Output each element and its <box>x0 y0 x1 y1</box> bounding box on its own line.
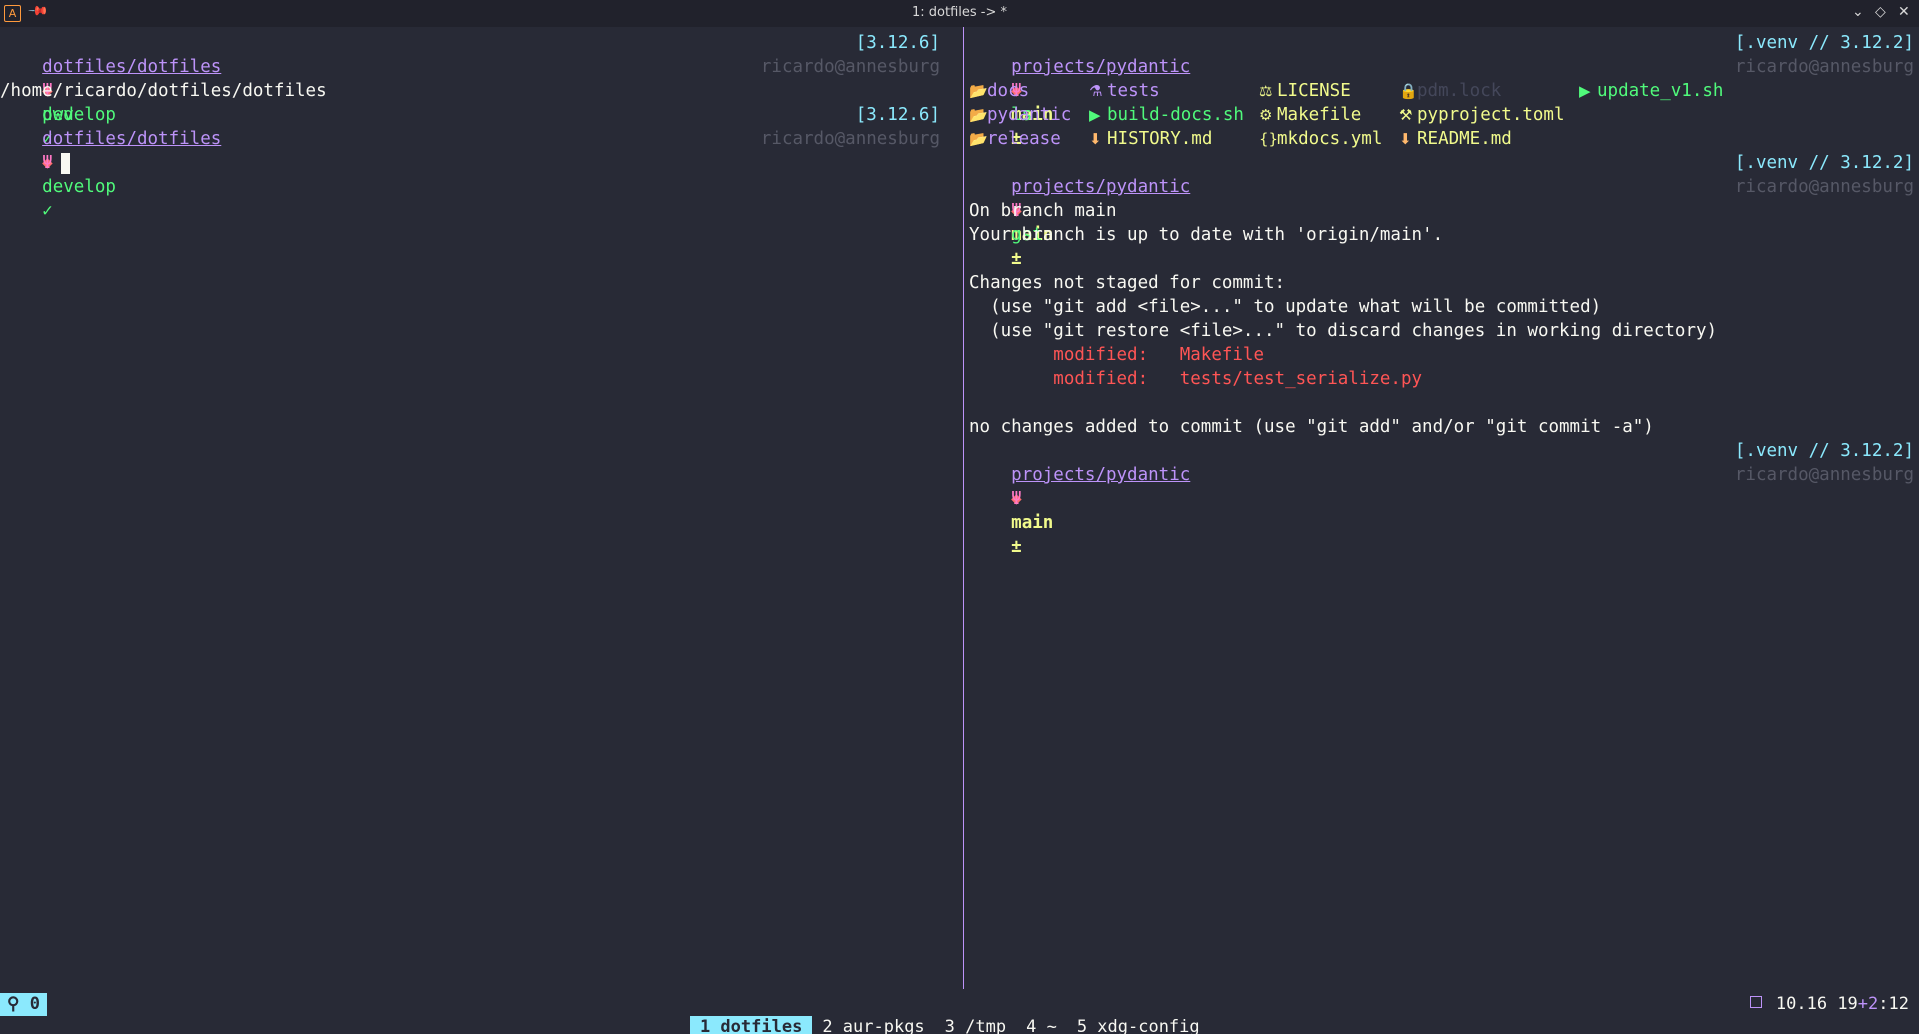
python-venv-version: [.venv // 3.12.2] <box>1734 153 1914 173</box>
load-average: 10.16 <box>1775 994 1828 1014</box>
ls-entry-mkdocs: {}mkdocs.yml <box>1259 129 1383 149</box>
user-host: ricardo@annesburg <box>1734 177 1914 197</box>
command-line[interactable]: Ψ ricardo@annesburg <box>969 463 1914 509</box>
license-icon: ⚖ <box>1259 82 1273 100</box>
prompt-line: dotfiles/dotfiles ◆ develop ✓ [3.12.6] <box>0 31 940 149</box>
cpu-box-icon <box>1749 996 1762 1008</box>
git-modified-line: modified: Makefile <box>969 345 1265 365</box>
clock-tz: +2 <box>1857 994 1879 1014</box>
gear-icon: ⚙ <box>1259 106 1273 124</box>
ls-row: 📂release ⬇ HISTORY.md {}mkdocs.yml ⬇ READM… <box>969 127 1914 151</box>
left-terminal-pane[interactable]: dotfiles/dotfiles ◆ develop ✓ [3.12.6] Ψ… <box>0 31 940 989</box>
tab-aur-pkgs[interactable]: 2 aur-pkgs <box>812 1016 934 1034</box>
user-host: ricardo@annesburg <box>1734 465 1914 485</box>
ls-row: 📂docs ⚗ tests ⚖ LICENSE 🔒pdm.lock ▶ update_… <box>969 79 1914 103</box>
tab-tmp[interactable]: 3 /tmp <box>935 1016 1016 1034</box>
user-host: ricardo@annesburg <box>760 129 940 149</box>
prompt-symbol-icon: Ψ <box>1011 489 1022 509</box>
python-version: [3.12.6] <box>855 33 940 53</box>
folder-icon: 📂 <box>969 130 988 148</box>
prompt-line: projects/pydantic ◆ main ± [.venv // 3.1… <box>969 31 1914 149</box>
status-right: 10.16 19+2:12 <box>1749 993 1909 1016</box>
script-icon: ▶ <box>1579 82 1591 100</box>
command-line[interactable]: Ψ ricardo@annesburg <box>0 127 940 174</box>
tab-dotfiles[interactable]: 1 dotfiles <box>689 1016 813 1034</box>
ls-entry-pydantic: 📂pydantic <box>969 105 1072 125</box>
user-host: ricardo@annesburg <box>760 57 940 77</box>
git-branch: develop <box>42 177 116 197</box>
prompt-line: projects/pydantic ◆ main ± [.venv // 3.1… <box>969 151 1914 269</box>
braces-icon: {} <box>1259 130 1279 148</box>
python-icon: ⚒ <box>1399 106 1413 124</box>
git-output-line: (use "git add <file>..." to update what … <box>969 297 1602 317</box>
user-host: ricardo@annesburg <box>1734 57 1914 77</box>
ls-entry-makefile: ⚙ Makefile <box>1259 105 1362 125</box>
python-version: [3.12.6] <box>855 105 940 125</box>
ls-row: 📂pydantic ▶ build-docs.sh ⚙ Makefile ⚒ pypr… <box>969 103 1914 127</box>
close-button[interactable]: ✕ <box>1898 4 1910 20</box>
lock-icon: 🔒 <box>1399 82 1418 100</box>
git-output-line: Changes not staged for commit: <box>969 273 1286 293</box>
prompt-line: dotfiles/dotfiles ◆ develop ✓ [3.12.6] <box>0 103 940 221</box>
tab-home[interactable]: 4 ~ <box>1016 1016 1067 1034</box>
window-title: 1: dotfiles -> * <box>911 5 1007 20</box>
command-line: Ψ ls ricardo@annesburg <box>969 55 1914 125</box>
ls-entry-docs: 📂docs <box>969 81 1030 101</box>
tmux-statusbar: ⚲ 0 1 dotfiles 2 aur-pkgs 3 /tmp 4 ~5 xdg-c… <box>0 989 1919 1034</box>
python-venv-version: [.venv // 3.12.2] <box>1734 33 1914 53</box>
ls-entry-tests: ⚗ tests <box>1089 81 1160 101</box>
maximize-button[interactable]: ◇ <box>1875 4 1886 20</box>
ls-entry-release: 📂release <box>969 129 1061 149</box>
script-icon: ▶ <box>1089 106 1101 124</box>
git-dirty-icon: ± <box>1011 537 1022 557</box>
git-clean-icon: ✓ <box>42 201 53 221</box>
git-branch: main <box>1011 513 1054 533</box>
git-output-line: Your branch is up to date with 'origin/m… <box>969 225 1444 245</box>
command-line: Ψ gst ricardo@annesburg <box>969 175 1914 245</box>
prompt-line: projects/pydantic ◆ main ± [.venv // 3.1… <box>969 439 1914 557</box>
markdown-icon: ⬇ <box>1089 130 1102 148</box>
clock-hour: 19 <box>1837 994 1858 1014</box>
markdown-icon: ⬇ <box>1399 130 1412 148</box>
ls-entry-pdm-lock: 🔒pdm.lock <box>1399 81 1502 101</box>
session-count: 0 <box>29 994 40 1014</box>
folder-icon: 📂 <box>969 106 988 124</box>
ls-entry-build-docs: ▶ build-docs.sh <box>1089 105 1244 125</box>
python-venv-version: [.venv // 3.12.2] <box>1734 441 1914 461</box>
command-line: Ψ pwd ricardo@annesburg <box>0 55 940 125</box>
command-output: /home/ricardo/dotfiles/dotfiles <box>0 81 327 101</box>
ls-entry-history: ⬇ HISTORY.md <box>1089 129 1213 149</box>
ls-entry-license: ⚖ LICENSE <box>1259 81 1351 101</box>
folder-icon: 📂 <box>969 82 988 100</box>
session-indicator: ⚲ 0 <box>0 993 47 1016</box>
git-output-line: On branch main <box>969 201 1117 221</box>
right-terminal-pane[interactable]: projects/pydantic ◆ main ± [.venv // 3.1… <box>969 31 1914 989</box>
test-tube-icon: ⚗ <box>1089 82 1103 100</box>
text-cursor <box>60 152 70 174</box>
window-titlebar: A 📌 1: dotfiles -> * ⌄ ◇ ✕ <box>0 0 1919 27</box>
ls-entry-readme: ⬇ README.md <box>1399 129 1512 149</box>
plug-icon: ⚲ <box>7 994 20 1014</box>
minimize-button[interactable]: ⌄ <box>1852 4 1864 20</box>
tab-xdg-config[interactable]: 5 xdg-config <box>1067 1016 1210 1034</box>
pane-divider[interactable] <box>963 27 964 989</box>
git-output-line: no changes added to commit (use "git add… <box>969 417 1654 437</box>
git-modified-line: modified: tests/test_serialize.py <box>969 369 1423 389</box>
clock-minute: :12 <box>1878 994 1909 1014</box>
ls-entry-pyproject: ⚒ pyproject.toml <box>1399 105 1565 125</box>
git-output-line: (use "git restore <file>..." to discard … <box>969 321 1718 341</box>
window-tabs: 1 dotfiles 2 aur-pkgs 3 /tmp 4 ~5 xdg-confi… <box>649 993 1210 1034</box>
prompt-symbol-icon: Ψ <box>42 153 53 173</box>
ls-entry-update-v1: ▶ update_v1.sh <box>1579 81 1724 101</box>
